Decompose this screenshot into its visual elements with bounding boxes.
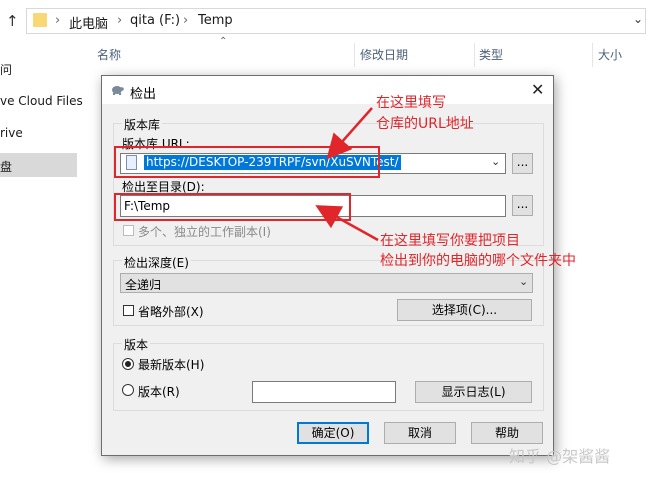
annotation-dir-line1: 在这里填写你要把项目: [380, 233, 520, 249]
annotation-arrows: [315, 107, 379, 242]
annotation-url-line2: 仓库的URL地址: [376, 116, 474, 132]
dir-arrow: [315, 205, 379, 242]
url-arrow: [326, 107, 373, 160]
annotation-dir-line2: 检出到你的电脑的哪个文件夹中: [380, 253, 576, 269]
watermark: 知乎 @架酱酱: [509, 447, 611, 466]
annotation-url-line1: 在这里填写: [376, 95, 446, 111]
